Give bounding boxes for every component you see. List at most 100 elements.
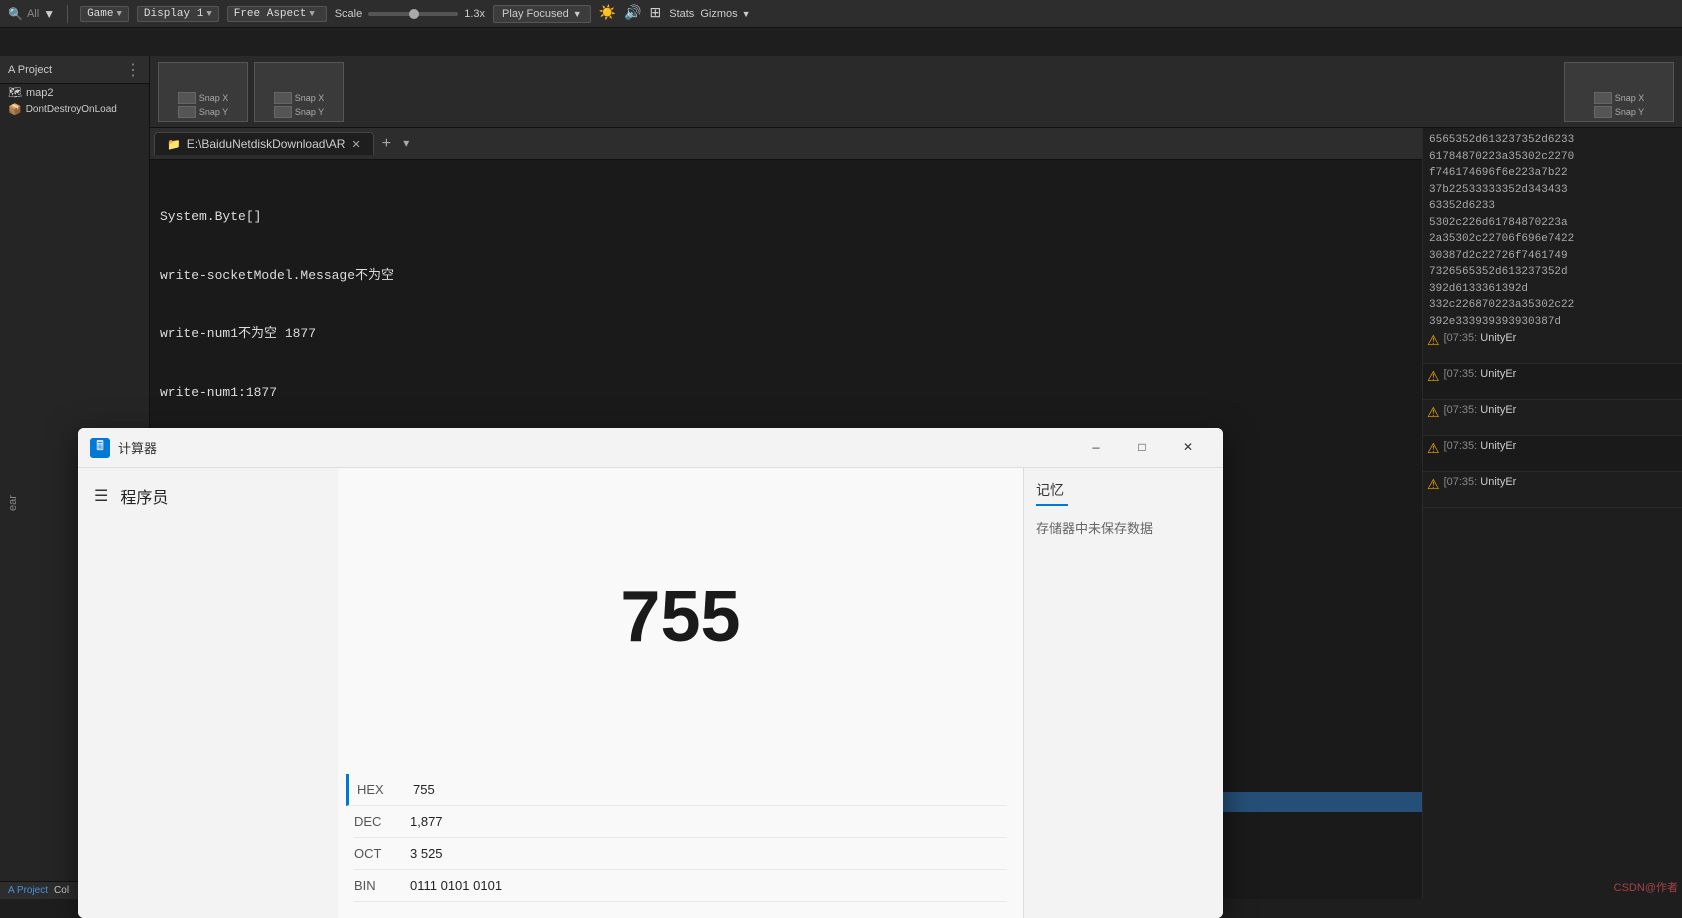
rlog-line-3: f746174696f6e223a7b22 bbox=[1429, 165, 1676, 182]
game-dropdown[interactable]: Game ▼ bbox=[80, 6, 129, 22]
play-focused-arrow: ▼ bbox=[573, 9, 582, 19]
free-aspect-label: Free Aspect bbox=[234, 8, 307, 20]
project-panel-title: A Project bbox=[8, 64, 52, 76]
terminal-add-tab-button[interactable]: + bbox=[376, 135, 398, 153]
oct-value: 3 525 bbox=[410, 846, 443, 861]
log-entry-3: ⚠ [07:35: UnityEr bbox=[1423, 400, 1682, 436]
sun-icon[interactable]: ☀️ bbox=[599, 5, 616, 22]
calc-conv-oct[interactable]: OCT 3 525 bbox=[354, 838, 1007, 870]
ear-label: ear bbox=[0, 478, 26, 528]
project-panel-more-icon[interactable]: ⋮ bbox=[125, 60, 141, 80]
snap-x-1 bbox=[178, 92, 196, 104]
bin-value: 0111 0101 0101 bbox=[410, 878, 502, 893]
calc-conv-dec[interactable]: DEC 1,877 bbox=[354, 806, 1007, 838]
right-log-content: 6565352d613237352d6233 61784870223a35302… bbox=[1423, 128, 1682, 899]
col-tab[interactable]: Col bbox=[54, 885, 69, 896]
calc-memory-panel: 记忆 存储器中未保存数据 bbox=[1023, 468, 1223, 918]
log-entries-section: ⚠ [07:35: UnityEr ⚠ [07:35: UnityEr bbox=[1423, 328, 1682, 508]
maximize-icon: □ bbox=[1138, 441, 1145, 455]
log-timestamp-2: [07:35: bbox=[1444, 368, 1478, 380]
game-preview-left: Snap X Snap Y Snap X Snap Y bbox=[158, 62, 344, 122]
rlog-line-9: 7326565352d613237352d bbox=[1429, 264, 1676, 281]
terminal-tab-main[interactable]: 📁 E:\BaiduNetdiskDownload\AR ✕ bbox=[154, 132, 374, 155]
scale-thumb bbox=[409, 9, 419, 19]
dont-destroy-label: DontDestroyOnLoad bbox=[26, 104, 117, 115]
rlog-line-4: 37b22533333352d343433 bbox=[1429, 182, 1676, 199]
snap-row-y1: Snap Y bbox=[178, 106, 228, 118]
hierarchy-item-dontdestroy[interactable]: 📦 DontDestroyOnLoad bbox=[0, 101, 149, 118]
calc-titlebar: 🖩 计算器 — □ ✕ bbox=[78, 428, 1223, 468]
calc-sidebar: ☰ 程序员 bbox=[78, 468, 338, 918]
terminal-tab-close-icon[interactable]: ✕ bbox=[351, 138, 360, 151]
snap-y-label-1: Snap Y bbox=[199, 107, 228, 117]
game-label: Game bbox=[87, 8, 113, 20]
right-terminal-overflow: 6565352d613237352d6233 61784870223a35302… bbox=[1429, 132, 1676, 347]
play-focused-button[interactable]: Play Focused ▼ bbox=[493, 5, 591, 23]
bin-label: BIN bbox=[354, 878, 394, 893]
calc-conv-hex[interactable]: HEX 755 bbox=[346, 774, 1007, 806]
log-text-2: [07:35: UnityEr bbox=[1444, 367, 1517, 382]
gizmos-dropdown[interactable]: Gizmos ▼ bbox=[700, 8, 750, 20]
log-entry-1: ⚠ [07:35: UnityEr bbox=[1423, 328, 1682, 364]
scale-slider[interactable] bbox=[368, 12, 458, 16]
warning-icon-2: ⚠ bbox=[1427, 369, 1440, 386]
scale-control: Scale 1.3x bbox=[335, 8, 485, 20]
log-timestamp-5: [07:35: bbox=[1444, 476, 1478, 488]
log-content-5: UnityEr bbox=[1480, 476, 1516, 488]
rlog-line-2: 61784870223a35302c2270 bbox=[1429, 149, 1676, 166]
search-dropdown-icon[interactable]: ▼ bbox=[43, 7, 55, 21]
log-text-3: [07:35: UnityEr bbox=[1444, 403, 1517, 418]
log-entry-5: ⚠ [07:35: UnityEr bbox=[1423, 472, 1682, 508]
rlog-line-10: 392d6133361392d bbox=[1429, 281, 1676, 298]
calc-memory-underline bbox=[1036, 504, 1068, 506]
game-preview-box-right: Snap X Snap Y bbox=[1564, 62, 1674, 122]
calc-conv-bin[interactable]: BIN 0111 0101 0101 bbox=[354, 870, 1007, 902]
play-focused-label: Play Focused bbox=[502, 8, 569, 20]
calc-maximize-button[interactable]: □ bbox=[1119, 432, 1165, 464]
log-content-1: UnityEr bbox=[1480, 332, 1516, 344]
log-content-2: UnityEr bbox=[1480, 368, 1516, 380]
snap-row-2: Snap X bbox=[274, 92, 325, 104]
csdn-watermark: CSDN@作者 bbox=[1614, 879, 1678, 895]
close-icon: ✕ bbox=[1183, 440, 1193, 455]
log-timestamp-3: [07:35: bbox=[1444, 404, 1478, 416]
rlog-line-11: 332c226870223a35302c22 bbox=[1429, 297, 1676, 314]
audio-icon[interactable]: 🔊 bbox=[624, 5, 641, 22]
project-panel-header: A Project ⋮ bbox=[0, 56, 149, 84]
scale-label: Scale bbox=[335, 8, 363, 20]
log-text-5: [07:35: UnityEr bbox=[1444, 475, 1517, 490]
log-content-4: UnityEr bbox=[1480, 440, 1516, 452]
free-aspect-dropdown[interactable]: Free Aspect ▼ bbox=[227, 6, 327, 22]
calc-close-button[interactable]: ✕ bbox=[1165, 432, 1211, 464]
terminal-tab-dropdown-icon[interactable]: ▾ bbox=[399, 136, 413, 151]
snap-y-2 bbox=[274, 106, 292, 118]
calc-mode-title: 程序员 bbox=[120, 484, 168, 508]
log-text-1: [07:35: UnityEr bbox=[1444, 331, 1517, 346]
game-top-bar: Snap X Snap Y Snap X Snap Y bbox=[150, 56, 1682, 128]
calc-display: 755 bbox=[338, 468, 1023, 766]
log-text-4: [07:35: UnityEr bbox=[1444, 439, 1517, 454]
calc-memory-title: 记忆 bbox=[1036, 480, 1211, 500]
calc-memory-empty: 存储器中未保存数据 bbox=[1036, 518, 1211, 537]
dec-value: 1,877 bbox=[410, 814, 443, 829]
display1-label: Display 1 bbox=[144, 8, 203, 20]
display1-dropdown[interactable]: Display 1 ▼ bbox=[137, 6, 219, 22]
search-all-label: All bbox=[27, 8, 39, 20]
free-aspect-arrow: ▼ bbox=[309, 9, 314, 19]
hamburger-menu-icon[interactable]: ☰ bbox=[94, 486, 108, 506]
a-project-tab[interactable]: A Project bbox=[8, 885, 48, 896]
snap-x-label-1: Snap X bbox=[199, 93, 229, 103]
stats-gizmos: Stats Gizmos ▼ bbox=[669, 8, 750, 20]
hierarchy-item-map2[interactable]: 🗺 map2 bbox=[0, 84, 149, 101]
snap-x-r1 bbox=[1594, 92, 1612, 104]
warning-icon-3: ⚠ bbox=[1427, 405, 1440, 422]
calc-minimize-button[interactable]: — bbox=[1073, 432, 1119, 464]
unity-topbar: 🔍 All ▼ Game ▼ Display 1 ▼ Free Aspect ▼… bbox=[0, 0, 1682, 28]
grid-icon[interactable]: ⊞ bbox=[650, 5, 662, 22]
stats-label[interactable]: Stats bbox=[669, 8, 694, 20]
rlog-line-5: 63352d6233 bbox=[1429, 198, 1676, 215]
gizmos-arrow: ▼ bbox=[742, 9, 751, 19]
game-preview-right: Snap X Snap Y bbox=[1564, 62, 1674, 122]
snap-row-1: Snap X bbox=[178, 92, 229, 104]
calc-title-text: 计算器 bbox=[118, 438, 1065, 457]
